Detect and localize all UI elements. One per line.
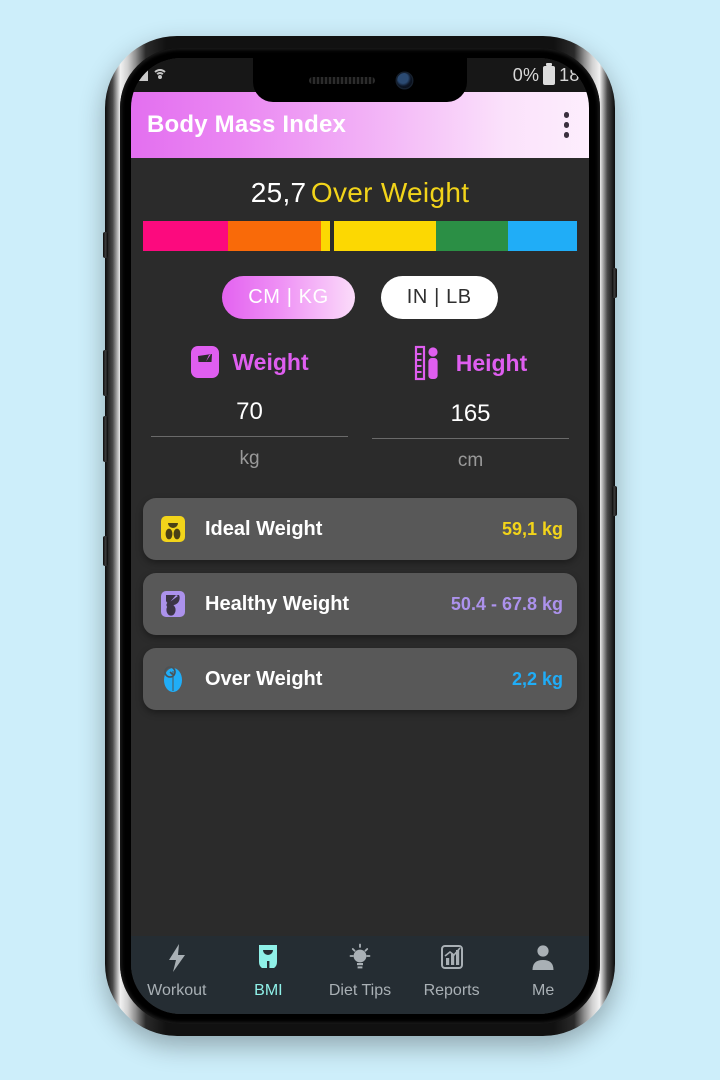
status-bar-right: 0% 18:2: [512, 62, 589, 86]
bmi-segment-obese: [435, 221, 508, 251]
height-underline: [372, 438, 569, 439]
phone-button-right-2[interactable]: [612, 486, 617, 516]
bmi-segment-overweight: [320, 221, 436, 251]
wifi-icon: [152, 68, 168, 82]
unit-button-metric[interactable]: CM | KG: [222, 276, 355, 319]
weight-unit: kg: [239, 448, 260, 469]
battery-icon: [543, 62, 556, 85]
measurement-inputs: Weight 70 kg Height 165 cm: [131, 345, 589, 472]
speaker-grille-icon: [308, 76, 375, 84]
result-card[interactable]: Over Weight 2,2 kg: [143, 648, 577, 710]
weight-scale-icon: [190, 345, 220, 379]
nav-item-diet-tips[interactable]: Diet Tips: [314, 943, 406, 1000]
height-label: Height: [455, 349, 528, 376]
bmi-scale-segments: [143, 221, 577, 251]
weight-underline: [151, 436, 348, 437]
bottom-navigation: Workout BMI Diet Tips Reports Me: [131, 936, 589, 1014]
result-card-value: 2,2 kg: [511, 668, 563, 689]
nav-item-workout[interactable]: Workout: [131, 943, 223, 1000]
nav-item-bmi[interactable]: BMI: [223, 943, 315, 1000]
screenshot-root: 0% 18:2 Body Mass Index 25,7 Over Weight: [0, 0, 720, 1080]
nav-item-label: Diet Tips: [328, 982, 392, 999]
bmi-scale-bar: [143, 216, 577, 256]
phone-button-volume-down[interactable]: [103, 416, 108, 462]
result-card-label: Over Weight: [205, 667, 323, 690]
bmi-scale-marker: [329, 216, 334, 256]
kebab-menu-icon[interactable]: [560, 106, 574, 144]
height-unit: cm: [457, 450, 484, 471]
height-field[interactable]: Height 165 cm: [360, 345, 581, 472]
bmi-scale-icon: [255, 943, 281, 978]
bmi-segment-extremely-obese: [507, 221, 577, 251]
nav-item-label: BMI: [254, 982, 283, 999]
nav-item-label: Me: [532, 982, 555, 999]
signal-triangle-icon: [137, 69, 148, 81]
phone-button-volume-up[interactable]: [103, 350, 108, 396]
phone-button-power[interactable]: [612, 268, 617, 298]
height-field-header: Height: [414, 345, 528, 381]
unit-button-imperial[interactable]: IN | LB: [380, 276, 498, 319]
height-ruler-icon: [414, 345, 444, 381]
bmi-summary: 25,7 Over Weight: [131, 158, 589, 219]
phone-button-left-1[interactable]: [103, 232, 108, 258]
app-content: 25,7 Over Weight CM | KG IN | LB Weight …: [131, 158, 589, 1014]
bmi-segment-normal: [227, 221, 321, 251]
height-value[interactable]: 165: [450, 400, 490, 428]
result-card[interactable]: Healthy Weight 50.4 - 67.8 kg: [143, 573, 577, 635]
result-card-label: Healthy Weight: [205, 592, 350, 615]
front-camera-icon: [396, 72, 412, 88]
battery-percent-label: 0%: [512, 64, 540, 85]
status-bar-clock: 18:2: [559, 64, 589, 85]
page-title: Body Mass Index: [147, 111, 347, 138]
result-card[interactable]: Ideal Weight 59,1 kg: [143, 498, 577, 560]
result-card-value: 59,1 kg: [501, 518, 563, 539]
lightning-bolt-icon: [164, 943, 190, 978]
healthy-weight-icon: [154, 584, 192, 624]
weight-label: Weight: [232, 348, 309, 375]
bmi-value: 25,7: [250, 177, 307, 208]
weight-field[interactable]: Weight 70 kg: [139, 345, 360, 472]
person-icon: [530, 943, 556, 978]
bmi-category: Over Weight: [310, 177, 470, 208]
phone-button-left-4[interactable]: [103, 536, 108, 566]
weight-field-header: Weight: [190, 345, 309, 379]
result-card-value: 50.4 - 67.8 kg: [450, 593, 563, 614]
unit-toggle-group: CM | KG IN | LB: [131, 276, 589, 319]
weight-value[interactable]: 70: [236, 398, 263, 426]
nav-item-label: Reports: [423, 982, 480, 999]
result-card-label: Ideal Weight: [205, 517, 323, 540]
ideal-weight-scale-icon: [154, 509, 192, 549]
status-bar-left: [135, 68, 168, 82]
bar-chart-icon: [439, 943, 465, 978]
nav-item-reports[interactable]: Reports: [406, 943, 498, 1000]
nav-item-me[interactable]: Me: [497, 943, 589, 1000]
over-weight-icon: [154, 659, 192, 699]
phone-screen: 0% 18:2 Body Mass Index 25,7 Over Weight: [131, 58, 589, 1014]
bmi-segment-underweight: [143, 221, 228, 251]
phone-notch: [253, 58, 467, 102]
lightbulb-icon: [347, 943, 373, 978]
results-list: Ideal Weight 59,1 kg Healthy Weight 50.4 - …: [131, 498, 589, 710]
nav-item-label: Workout: [147, 982, 207, 999]
